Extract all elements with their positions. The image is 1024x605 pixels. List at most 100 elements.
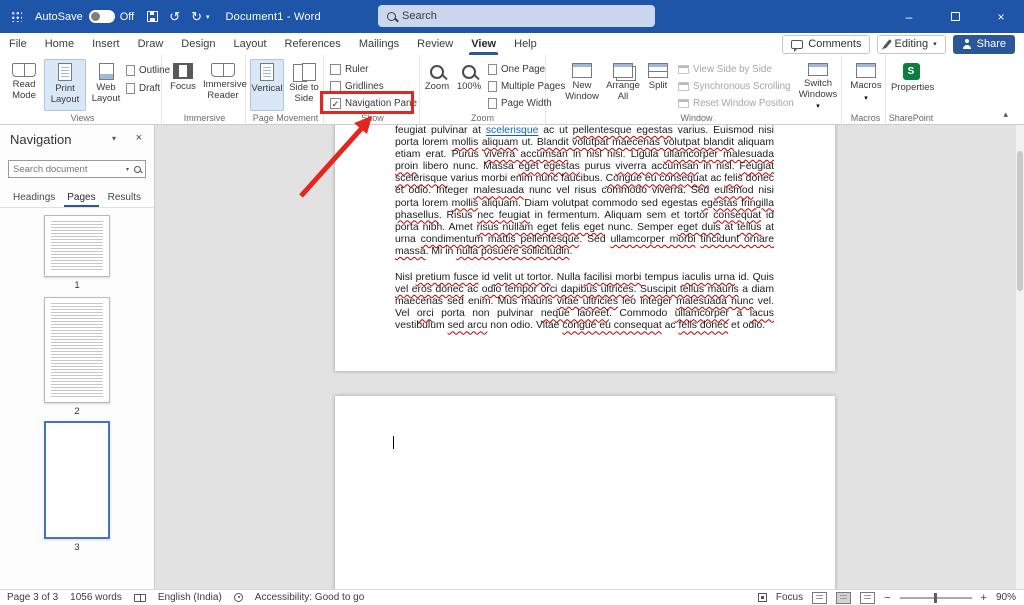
navigation-search-icon[interactable] xyxy=(134,166,141,173)
read-mode-button[interactable]: Read Mode xyxy=(6,59,42,111)
tab-design[interactable]: Design xyxy=(172,33,224,55)
vertical-button[interactable]: Vertical xyxy=(250,59,284,111)
maximize-button[interactable] xyxy=(932,0,978,33)
comments-button[interactable]: Comments xyxy=(782,35,870,54)
accessibility-status[interactable]: Accessibility: Good to go xyxy=(255,592,365,603)
zoom-button[interactable]: Zoom xyxy=(422,59,452,111)
proofing-icon[interactable] xyxy=(134,594,146,602)
tab-mailings[interactable]: Mailings xyxy=(350,33,408,55)
navigation-pane: Navigation ▾ × ▾ Headings Pages Results … xyxy=(0,125,155,589)
editing-button[interactable]: Editing ▾ xyxy=(877,35,945,54)
page-indicator[interactable]: Page 3 of 3 xyxy=(7,592,58,603)
vertical-scrollbar[interactable] xyxy=(1016,125,1024,589)
zoom-100-button[interactable]: 100% xyxy=(454,59,484,111)
undo-icon[interactable]: ↺ xyxy=(169,10,180,23)
document-page-2[interactable]: feugiat pulvinar at scelerisque ac ut pe… xyxy=(335,125,835,371)
close-button[interactable]: × xyxy=(978,0,1024,33)
document-page-3[interactable] xyxy=(335,396,835,589)
zoom-100-label: 100% xyxy=(455,82,483,93)
collapse-ribbon-icon[interactable]: ▴ xyxy=(1003,109,1008,120)
print-layout-view-button[interactable] xyxy=(836,592,851,604)
split-button[interactable]: Split xyxy=(644,59,672,111)
side-to-side-button[interactable]: Side to Side xyxy=(286,59,322,111)
navigation-search-dropdown-icon[interactable]: ▾ xyxy=(126,166,129,173)
zoom-percentage[interactable]: 90% xyxy=(996,592,1016,603)
navigation-pane-chevron-icon[interactable]: ▾ xyxy=(112,134,116,143)
tab-insert[interactable]: Insert xyxy=(83,33,129,55)
minimize-button[interactable]: – xyxy=(886,0,932,33)
tab-view[interactable]: View xyxy=(462,33,505,55)
navigation-search[interactable]: ▾ xyxy=(8,160,146,178)
web-layout-view-button[interactable] xyxy=(860,592,875,604)
arrange-all-button[interactable]: Arrange All xyxy=(604,59,642,111)
immersive-reader-button[interactable]: Immersive Reader xyxy=(202,59,244,111)
new-window-button[interactable]: New Window xyxy=(562,59,602,111)
print-layout-button[interactable]: Print Layout xyxy=(44,59,86,111)
draft-button[interactable]: Draft xyxy=(126,81,160,96)
zoom-in-button[interactable]: + xyxy=(981,592,987,604)
nav-tab-pages[interactable]: Pages xyxy=(62,189,100,207)
zoom-group-label: Zoom xyxy=(420,113,545,123)
app-launcher-icon[interactable] xyxy=(11,11,22,22)
pencil-icon xyxy=(884,39,893,49)
document-text[interactable]: feugiat pulvinar at scelerisque ac ut pe… xyxy=(335,125,835,333)
reset-window-position-label: Reset Window Position xyxy=(693,98,794,109)
ribbon: Read Mode Print Layout Web Layout Outlin… xyxy=(0,55,1024,125)
tab-layout[interactable]: Layout xyxy=(225,33,276,55)
zoom-out-button[interactable]: − xyxy=(884,592,890,604)
read-mode-view-button[interactable] xyxy=(812,592,827,604)
title-bar: AutoSave Off ↺ ↻ ▾ Document1 - Word – × xyxy=(0,0,1024,33)
share-button[interactable]: Share xyxy=(953,35,1015,54)
switch-windows-button[interactable]: Switch Windows ▾ xyxy=(796,59,840,111)
navigation-search-input[interactable] xyxy=(9,164,126,175)
ribbon-tab-bar: File Home Insert Draw Design Layout Refe… xyxy=(0,33,1024,55)
nav-tab-results[interactable]: Results xyxy=(103,189,146,207)
macros-group-label: Macros xyxy=(846,113,885,123)
zoom-slider[interactable] xyxy=(900,597,972,599)
tab-references[interactable]: References xyxy=(276,33,350,55)
page-thumbnail-3[interactable] xyxy=(44,421,110,539)
properties-button[interactable]: S Properties xyxy=(890,59,932,111)
language-indicator[interactable]: English (India) xyxy=(158,592,222,603)
web-layout-label: Web Layout xyxy=(89,83,123,104)
autosave-toggle[interactable] xyxy=(89,10,115,23)
page-movement-group-label: Page Movement xyxy=(248,113,323,123)
print-layout-label: Print Layout xyxy=(45,84,85,105)
new-window-icon xyxy=(572,63,592,78)
view-side-by-side-icon xyxy=(678,65,689,74)
split-label: Split xyxy=(645,81,671,92)
page-thumbnail-1[interactable] xyxy=(44,215,110,277)
ruler-checkbox-icon xyxy=(330,64,341,75)
zoom-slider-thumb[interactable] xyxy=(934,593,937,603)
redo-icon[interactable]: ↻ xyxy=(191,10,202,23)
share-label: Share xyxy=(977,38,1006,50)
word-count[interactable]: 1056 words xyxy=(70,592,122,603)
scrollbar-thumb[interactable] xyxy=(1017,151,1023,291)
page-width-button[interactable]: Page Width xyxy=(488,96,552,111)
macros-label: Macros xyxy=(848,81,884,92)
search-input[interactable] xyxy=(402,10,622,22)
tab-help[interactable]: Help xyxy=(505,33,546,55)
macros-button[interactable]: Macros ▾ xyxy=(847,59,885,111)
save-icon[interactable] xyxy=(147,11,158,22)
immersive-reader-icon xyxy=(211,63,235,77)
quick-access-dropdown-icon[interactable]: ▾ xyxy=(206,13,210,21)
web-layout-button[interactable]: Web Layout xyxy=(88,59,124,111)
tab-home[interactable]: Home xyxy=(36,33,83,55)
page-thumbnail-2[interactable] xyxy=(44,297,110,403)
tab-draw[interactable]: Draw xyxy=(129,33,173,55)
properties-label: Properties xyxy=(891,83,931,94)
nav-tab-headings[interactable]: Headings xyxy=(8,189,60,207)
tab-review[interactable]: Review xyxy=(408,33,462,55)
views-group-label: Views xyxy=(4,113,161,123)
arrange-all-icon xyxy=(613,63,633,78)
focus-button[interactable]: Focus xyxy=(166,59,200,111)
show-group-label: Show xyxy=(326,113,419,123)
navigation-pane-close-icon[interactable]: × xyxy=(136,132,142,144)
titlebar-search[interactable] xyxy=(378,5,655,27)
ruler-checkbox[interactable]: Ruler xyxy=(330,62,368,77)
one-page-button[interactable]: One Page xyxy=(488,62,545,77)
focus-mode-button[interactable]: Focus xyxy=(776,592,803,603)
switch-windows-icon xyxy=(808,63,828,76)
tab-file[interactable]: File xyxy=(0,33,36,55)
